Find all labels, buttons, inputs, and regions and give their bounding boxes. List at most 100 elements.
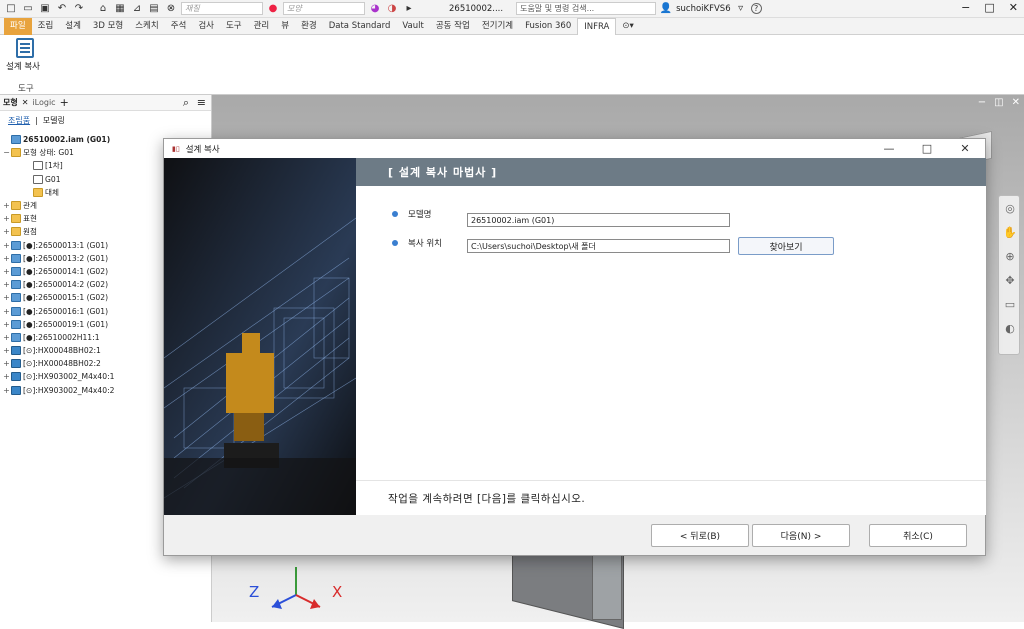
help-icon[interactable]: ? [750,3,762,14]
tab-전기기계[interactable]: 전기기계 [476,18,519,35]
view-face-icon[interactable]: ▭ [999,292,1021,316]
tree-node-label: 원점 [23,227,37,237]
save-icon[interactable]: ▣ [38,2,52,16]
redo-icon[interactable]: ↷ [72,2,86,16]
dialog-minimize-button[interactable]: — [871,139,907,158]
tree-node-label: [●]:26500016:1 (G01) [23,306,109,316]
viewport-minimize-button[interactable]: − [978,97,986,108]
expand-icon[interactable]: + [2,214,11,223]
measure-icon[interactable]: ⊿ [130,2,144,16]
tree-node-label: [●]:26500013:1 (G01) [23,240,109,250]
orbit-icon[interactable]: ✥ [999,268,1021,292]
maximize-window-button[interactable]: □ [984,1,994,14]
design-copy-ribbon-label[interactable]: 설계 복사 [6,60,40,72]
expand-icon[interactable]: + [2,280,11,289]
expand-icon[interactable]: + [2,241,11,250]
expand-icon[interactable]: + [2,333,11,342]
tab-vault[interactable]: Vault [396,18,429,35]
user-name[interactable]: suchoiKFVS6 [676,4,731,14]
expand-icon[interactable]: + [2,320,11,329]
quick-access-toolbar: □ ▭ ▣ ↶ ↷ ⌂ ▦ ⊿ ▤ ⊗ 재질 ● 모양 ◕ ◑ ▸ 265100… [0,0,1024,18]
user-icon[interactable]: 👤 [659,2,673,16]
new-file-icon[interactable]: □ [4,2,18,16]
model-name-field[interactable]: 26510002.iam (G01) [467,213,730,227]
expand-icon[interactable]: + [2,386,11,395]
part-icon [11,372,21,382]
tab-주석[interactable]: 주석 [165,18,193,35]
cart-icon[interactable]: ▿ [734,2,748,16]
expand-icon[interactable]: + [2,307,11,316]
pan-icon[interactable]: ✋ [999,220,1021,244]
dialog-close-button[interactable]: ✕ [947,139,983,158]
add-tab-icon[interactable]: + [60,96,69,109]
tab-공동-작업[interactable]: 공동 작업 [430,18,476,35]
back-button[interactable]: < 뒤로(B) [651,524,749,547]
bullet-icon [392,240,398,246]
copy-location-field[interactable]: C:\Users\suchoi\Desktop\새 폴더 [467,239,730,253]
tab-도구[interactable]: 도구 [220,18,248,35]
look-at-icon[interactable]: ◐ [999,316,1021,340]
dialog-maximize-button[interactable]: □ [909,139,945,158]
tree-node-label: 모형 상태: G01 [23,148,74,158]
material-combo[interactable]: 재질 [181,2,263,15]
collapse-icon[interactable]: − [2,148,11,157]
expand-icon[interactable]: ▸ [402,2,416,16]
browser-search-icon[interactable]: ⌕ [183,96,189,110]
browse-button[interactable]: 찾아보기 [738,237,834,255]
tab-설계[interactable]: 설계 [59,18,87,35]
tab-infra[interactable]: INFRA [577,17,617,35]
tab-3d-모형[interactable]: 3D 모형 [87,18,129,35]
ribbon-options-icon[interactable]: ⊙▾ [616,18,639,35]
clear-appearance-icon[interactable]: ◑ [385,2,399,16]
expand-icon[interactable]: + [2,201,11,210]
home-icon[interactable]: ⌂ [96,2,110,16]
expand-icon[interactable]: + [2,227,11,236]
expand-icon[interactable]: + [2,359,11,368]
help-search-input[interactable]: 도움말 및 명령 검색... [516,2,657,15]
zoom-icon[interactable]: ⊕ [999,244,1021,268]
view-assembly-link[interactable]: 조립품 [8,115,30,126]
tree-node-label: G01 [45,174,61,184]
expand-icon[interactable]: + [2,293,11,302]
rep-icon [33,161,43,171]
tab-스케치[interactable]: 스케치 [129,18,164,35]
select-icon[interactable]: ▦ [113,2,127,16]
part-icon [11,346,21,356]
minimize-window-button[interactable]: − [961,1,970,14]
browser-menu-icon[interactable]: ≡ [197,96,206,109]
tab-뷰[interactable]: 뷰 [275,18,295,35]
tab-관리[interactable]: 관리 [248,18,276,35]
tab-data-standard[interactable]: Data Standard [323,18,397,35]
viewport-close-button[interactable]: ✕ [1012,97,1020,108]
cancel-button[interactable]: 취소(C) [869,524,967,547]
adjust-icon[interactable]: ◕ [368,2,382,16]
asm-icon [11,306,21,316]
viewport-restore-button[interactable]: ◫ [994,97,1003,108]
open-file-icon[interactable]: ▭ [21,2,35,16]
tab-model[interactable]: 모형 [3,97,18,108]
tab-검사[interactable]: 검사 [192,18,220,35]
view-modeling-link[interactable]: 모델링 [43,115,65,126]
tab-file[interactable]: 파일 [4,17,32,35]
appearance-icon[interactable]: ▤ [147,2,161,16]
expand-icon[interactable]: + [2,346,11,355]
copy-location-row: 복사 위치 [392,237,442,249]
close-tab-icon[interactable]: ✕ [22,98,29,107]
appearance-combo[interactable]: 모양 [283,2,365,15]
tab-환경[interactable]: 환경 [295,18,323,35]
clear-icon[interactable]: ⊗ [164,2,178,16]
undo-icon[interactable]: ↶ [55,2,69,16]
steering-wheel-icon[interactable]: ◎ [999,196,1021,220]
tab-조립[interactable]: 조립 [32,18,60,35]
expand-icon[interactable]: + [2,372,11,381]
close-window-button[interactable]: ✕ [1009,1,1018,14]
tab-ilogic[interactable]: iLogic [32,98,55,107]
expand-icon[interactable]: + [2,254,11,263]
design-copy-ribbon-button[interactable] [10,38,40,58]
design-copy-dialog: ▮▯ 설계 복사 — □ ✕ [설계 복사 마법사] 모델명 2651000… [163,138,986,556]
wizard-banner: [ 설계 복사 마법사 ] [356,158,986,186]
folder-icon [11,214,21,224]
expand-icon[interactable]: + [2,267,11,276]
tab-fusion-360[interactable]: Fusion 360 [519,18,577,35]
next-button[interactable]: 다음(N) > [752,524,850,547]
